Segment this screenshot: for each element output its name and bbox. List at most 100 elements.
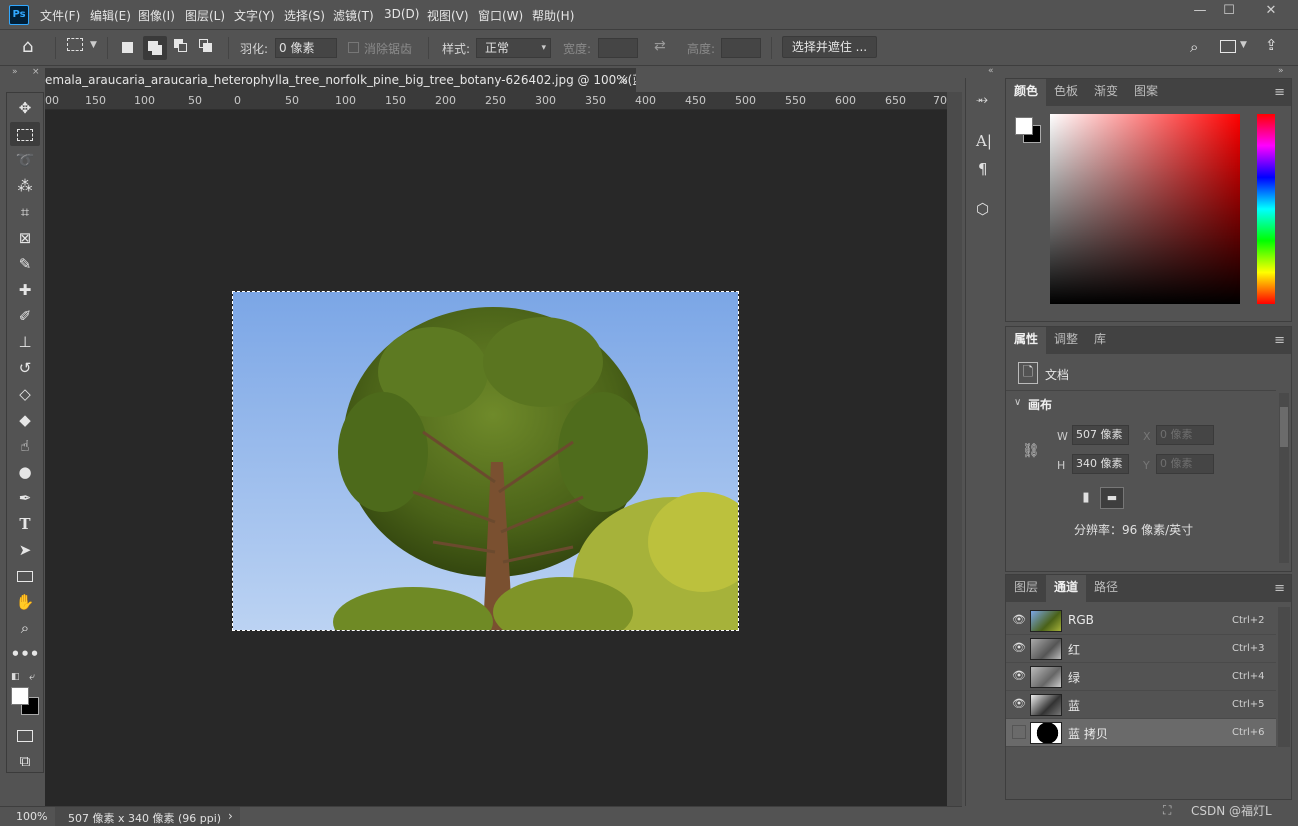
- marquee-tool-preset-icon[interactable]: [67, 38, 83, 51]
- menu-type[interactable]: 文字(Y): [234, 7, 275, 24]
- maximize-button[interactable]: ☐: [1212, 0, 1246, 22]
- default-colors-icon[interactable]: ◧: [11, 672, 20, 682]
- eye-toggle-empty[interactable]: [1012, 725, 1026, 739]
- path-selection-tool-icon[interactable]: ➤: [10, 538, 40, 562]
- frame-tool-icon[interactable]: ⊠: [10, 226, 40, 250]
- menu-window[interactable]: 窗口(W): [478, 7, 523, 24]
- canvas-width-input[interactable]: 507 像素: [1072, 425, 1129, 445]
- eye-icon[interactable]: 👁: [1012, 669, 1026, 683]
- crop-tool-icon[interactable]: ⌗: [10, 200, 40, 224]
- document-info[interactable]: 507 像素 x 340 像素 (96 ppi): [68, 810, 221, 826]
- close-toolbar-icon[interactable]: ×: [32, 67, 40, 77]
- landscape-orientation-icon[interactable]: ▬: [1100, 487, 1124, 509]
- share-icon[interactable]: ⇪: [1265, 36, 1278, 54]
- feather-input[interactable]: 0 像素: [275, 38, 337, 58]
- properties-scrollbar[interactable]: [1279, 393, 1289, 563]
- document-vertical-scrollbar[interactable]: [947, 92, 962, 806]
- height-input[interactable]: [721, 38, 761, 58]
- new-selection-icon[interactable]: [122, 42, 133, 53]
- 3d-panel-icon[interactable]: ⬡: [976, 200, 989, 218]
- healing-brush-tool-icon[interactable]: ✚: [10, 278, 40, 302]
- brush-tool-icon[interactable]: ✐: [10, 304, 40, 328]
- menu-file[interactable]: 文件(F): [40, 7, 80, 24]
- history-brush-tool-icon[interactable]: ↺: [10, 356, 40, 380]
- canvas-y-input[interactable]: 0 像素: [1156, 454, 1214, 474]
- tab-adjustments[interactable]: 调整: [1046, 327, 1086, 354]
- channel-row-red[interactable]: 👁 红 Ctrl+3: [1006, 635, 1276, 663]
- panel-menu-icon[interactable]: ≡: [1274, 581, 1285, 596]
- pen-tool-icon[interactable]: ✒: [10, 486, 40, 510]
- menu-3d[interactable]: 3D(D): [384, 7, 419, 21]
- eye-icon[interactable]: 👁: [1012, 641, 1026, 655]
- menu-select[interactable]: 选择(S): [284, 7, 325, 24]
- menu-filter[interactable]: 滤镜(T): [333, 7, 374, 24]
- tab-patterns[interactable]: 图案: [1126, 79, 1166, 106]
- workspace-icon[interactable]: [1220, 40, 1236, 53]
- rectangle-tool-icon[interactable]: [10, 564, 40, 588]
- close-window-button[interactable]: ✕: [1246, 0, 1296, 22]
- channel-row-green[interactable]: 👁 绿 Ctrl+4: [1006, 663, 1276, 691]
- channel-row-blue-copy[interactable]: 蓝 拷贝 Ctrl+6: [1006, 719, 1276, 747]
- menu-help[interactable]: 帮助(H): [532, 7, 574, 24]
- canvas-height-input[interactable]: 340 像素: [1072, 454, 1129, 474]
- style-select[interactable]: 正常 ▾: [476, 38, 551, 58]
- tab-swatches[interactable]: 色板: [1046, 79, 1086, 106]
- tab-gradients[interactable]: 渐变: [1086, 79, 1126, 106]
- zoom-tool-icon[interactable]: ⌕: [10, 616, 40, 640]
- menu-edit[interactable]: 编辑(E): [90, 7, 131, 24]
- load-selection-icon[interactable]: ⛶: [1163, 803, 1171, 818]
- channels-scrollbar[interactable]: [1278, 607, 1290, 747]
- tab-libraries[interactable]: 库: [1086, 327, 1114, 354]
- quick-mask-icon[interactable]: [10, 723, 40, 747]
- paragraph-panel-icon[interactable]: ¶: [978, 160, 988, 178]
- home-icon[interactable]: ⌂: [22, 36, 33, 57]
- close-document-icon[interactable]: ×: [619, 68, 629, 92]
- swap-colors-icon[interactable]: ⤶: [29, 670, 35, 684]
- hue-slider[interactable]: [1257, 114, 1275, 304]
- document-tab[interactable]: emala_araucaria_araucaria_heterophylla_t…: [45, 68, 636, 92]
- tab-paths[interactable]: 路径: [1086, 575, 1126, 602]
- channel-row-rgb[interactable]: 👁 RGB Ctrl+2: [1006, 607, 1276, 635]
- clone-stamp-tool-icon[interactable]: ⊥: [10, 330, 40, 354]
- tab-properties[interactable]: 属性: [1006, 327, 1047, 354]
- tab-layers[interactable]: 图层: [1006, 575, 1046, 602]
- more-tools-icon[interactable]: •••: [10, 642, 40, 666]
- zoom-level[interactable]: 100%: [16, 810, 47, 823]
- rectangular-marquee-tool-icon[interactable]: [10, 122, 40, 146]
- tab-color[interactable]: 颜色: [1006, 79, 1047, 106]
- menu-view[interactable]: 视图(V): [427, 7, 469, 24]
- color-field[interactable]: [1050, 114, 1240, 304]
- screen-mode-icon[interactable]: ⧉: [10, 749, 40, 773]
- expand-panels-icon[interactable]: »: [1278, 66, 1284, 76]
- move-tool-icon[interactable]: ✥: [10, 96, 40, 120]
- eyedropper-tool-icon[interactable]: ✎: [10, 252, 40, 276]
- chevron-down-icon[interactable]: ▼: [1240, 40, 1247, 50]
- tab-channels[interactable]: 通道: [1046, 575, 1087, 602]
- portrait-orientation-icon[interactable]: ▮: [1076, 487, 1096, 509]
- dodge-tool-icon[interactable]: ●: [10, 460, 40, 484]
- select-and-mask-button[interactable]: 选择并遮住 ...: [782, 36, 877, 58]
- channel-row-blue[interactable]: 👁 蓝 Ctrl+5: [1006, 691, 1276, 719]
- canvas-section-title[interactable]: 画布: [1028, 396, 1052, 413]
- subtract-from-selection-icon[interactable]: [174, 39, 188, 53]
- collapse-panels-icon[interactable]: «: [988, 66, 994, 76]
- hand-tool-icon[interactable]: ✋: [10, 590, 40, 614]
- chevron-down-icon[interactable]: ∨: [1014, 397, 1021, 408]
- status-menu-arrow[interactable]: ›: [228, 809, 233, 823]
- panel-menu-icon[interactable]: ≡: [1274, 85, 1285, 100]
- add-to-selection-icon[interactable]: [143, 36, 167, 60]
- eye-icon[interactable]: 👁: [1012, 613, 1026, 627]
- history-panel-icon[interactable]: ⥇: [976, 90, 988, 108]
- link-dimensions-icon[interactable]: ⛓: [1022, 443, 1040, 459]
- magic-wand-tool-icon[interactable]: ⁂: [10, 174, 40, 198]
- panel-menu-icon[interactable]: ≡: [1274, 333, 1285, 348]
- collapse-toolbar-icon[interactable]: »: [12, 67, 18, 77]
- foreground-color-swatch[interactable]: [11, 687, 29, 705]
- smudge-tool-icon[interactable]: ☝: [10, 434, 40, 458]
- canvas-x-input[interactable]: 0 像素: [1156, 425, 1214, 445]
- eye-icon[interactable]: 👁: [1012, 697, 1026, 711]
- document-image[interactable]: [232, 291, 739, 631]
- paint-bucket-tool-icon[interactable]: ◆: [10, 408, 40, 432]
- character-panel-icon[interactable]: A|: [976, 132, 992, 150]
- antialias-checkbox[interactable]: [348, 42, 359, 53]
